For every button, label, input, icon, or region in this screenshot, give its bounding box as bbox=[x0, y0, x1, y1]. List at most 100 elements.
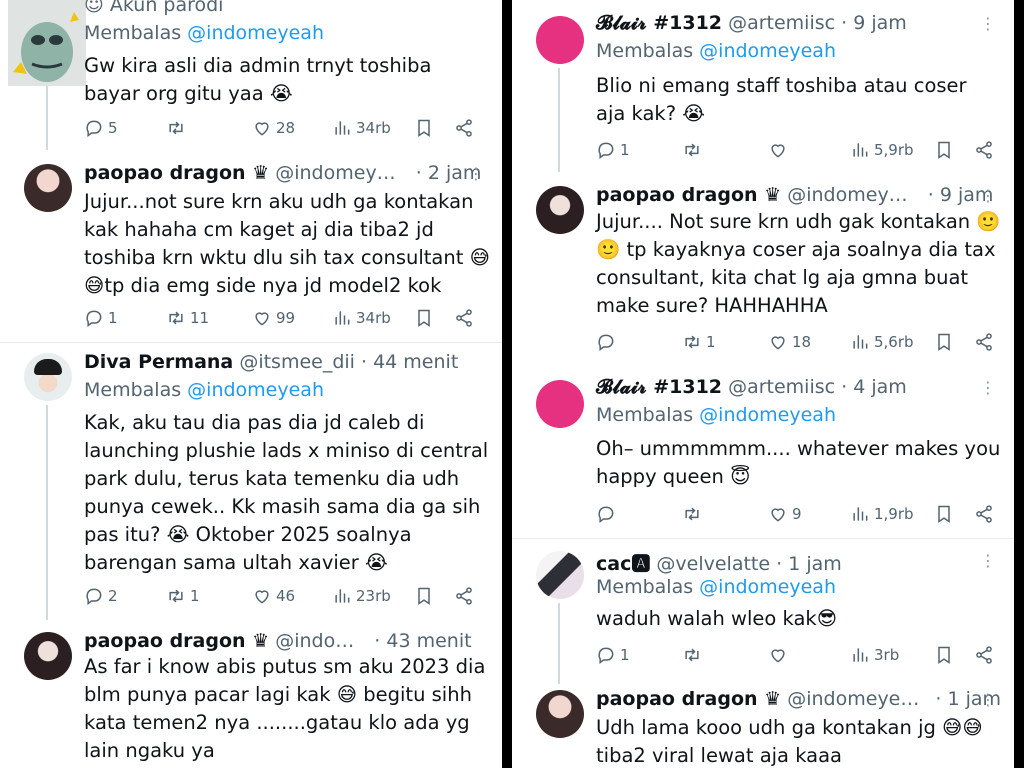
like-button[interactable]: 46 bbox=[252, 586, 295, 606]
timestamp[interactable]: · 4 jam bbox=[841, 376, 907, 398]
retweet-button[interactable] bbox=[682, 504, 706, 524]
avatar[interactable] bbox=[24, 164, 72, 212]
views-button[interactable]: 23rb bbox=[332, 586, 391, 606]
replying-to: Membalas @indomeyeah bbox=[596, 576, 836, 598]
display-name[interactable]: paopao dragon ♛ bbox=[84, 162, 269, 184]
tweet[interactable]: 𝓑𝓵𝓪𝓲𝓻 #1312 @artemiisc · 4 jam ⋮ Membala… bbox=[512, 364, 1014, 536]
mention-link[interactable]: @indomeyeah bbox=[699, 404, 836, 426]
display-name[interactable]: paopao dragon ♛ bbox=[596, 688, 781, 710]
views-button[interactable]: 3rb bbox=[850, 645, 899, 665]
reply-button[interactable] bbox=[596, 332, 620, 352]
handle[interactable]: @indomey… bbox=[787, 184, 907, 206]
display-name[interactable]: Diva Permana bbox=[84, 351, 233, 373]
display-name[interactable]: 𝓑𝓵𝓪𝓲𝓻 #1312 bbox=[596, 376, 722, 398]
more-options-icon[interactable]: ⋮ bbox=[468, 164, 484, 183]
like-button[interactable]: 99 bbox=[252, 308, 295, 328]
display-name[interactable]: 𝓑𝓵𝓪𝓲𝓻 #1312 bbox=[596, 12, 722, 34]
like-button[interactable] bbox=[768, 140, 792, 160]
like-button[interactable] bbox=[768, 645, 792, 665]
reply-button[interactable]: 2 bbox=[84, 586, 118, 606]
retweet-button[interactable] bbox=[166, 118, 190, 138]
share-button[interactable] bbox=[974, 140, 994, 160]
bookmark-button[interactable] bbox=[414, 308, 434, 328]
handle[interactable]: @artemiisc bbox=[728, 376, 835, 398]
avatar[interactable] bbox=[536, 690, 584, 738]
retweet-button[interactable] bbox=[682, 140, 706, 160]
tweet[interactable]: paopao dragon ♛ @indomey… · 2 jam ⋮ Juju… bbox=[0, 150, 502, 342]
retweet-button[interactable] bbox=[682, 645, 706, 665]
timestamp[interactable]: · 9 jam bbox=[841, 12, 907, 34]
bookmark-button[interactable] bbox=[934, 140, 954, 160]
share-button[interactable] bbox=[454, 308, 474, 328]
handle[interactable]: @itsmee_dii bbox=[239, 351, 355, 373]
share-icon bbox=[974, 140, 994, 160]
like-icon bbox=[768, 140, 788, 160]
bookmark-button[interactable] bbox=[414, 118, 434, 138]
mention-link[interactable]: @indomeyeah bbox=[699, 40, 836, 62]
more-options-icon[interactable]: ⋮ bbox=[980, 551, 996, 570]
more-options-icon[interactable]: ⋮ bbox=[980, 186, 996, 205]
reply-button[interactable] bbox=[596, 504, 620, 524]
views-button[interactable]: 34rb bbox=[332, 118, 391, 138]
share-button[interactable] bbox=[974, 504, 994, 524]
display-name[interactable]: paopao dragon ♛ bbox=[596, 184, 781, 206]
retweet-button[interactable]: 1 bbox=[166, 586, 200, 606]
reply-button[interactable]: 5 bbox=[84, 118, 118, 138]
views-button[interactable]: 5,6rb bbox=[850, 332, 914, 352]
avatar[interactable] bbox=[536, 186, 584, 234]
tweet-actions: 1 11 99 34rb bbox=[84, 308, 488, 332]
tweet-actions: 9 1,9rb bbox=[596, 504, 1000, 528]
tweet-top-partial[interactable]: ☺ Akun parodi Membalas @indomeyeah Gw ki… bbox=[0, 0, 502, 150]
reply-button[interactable]: 1 bbox=[84, 308, 118, 328]
avatar[interactable] bbox=[8, 0, 86, 86]
avatar[interactable] bbox=[536, 380, 584, 428]
display-name[interactable]: paopao dragon ♛ bbox=[84, 630, 269, 652]
views-button[interactable]: 5,9rb bbox=[850, 140, 914, 160]
tweet[interactable]: paopao dragon ♛ @indomeye… · 1 jam ⋮ Udh… bbox=[512, 684, 1014, 768]
avatar[interactable] bbox=[536, 16, 584, 64]
like-button[interactable]: 28 bbox=[252, 118, 295, 138]
bookmark-button[interactable] bbox=[934, 645, 954, 665]
like-button[interactable]: 9 bbox=[768, 504, 802, 524]
handle[interactable]: @velvelatte bbox=[656, 553, 770, 575]
bookmark-button[interactable] bbox=[414, 586, 434, 606]
bookmark-button[interactable] bbox=[934, 504, 954, 524]
like-icon bbox=[252, 118, 272, 138]
more-options-icon[interactable]: ⋮ bbox=[980, 14, 996, 33]
timestamp[interactable]: · 44 menit bbox=[361, 351, 458, 373]
retweet-button[interactable]: 1 bbox=[682, 332, 716, 352]
avatar[interactable] bbox=[24, 353, 72, 401]
share-button[interactable] bbox=[454, 118, 474, 138]
handle[interactable]: @indomey… bbox=[275, 162, 395, 184]
avatar[interactable] bbox=[24, 632, 72, 680]
handle[interactable]: @indomeye… bbox=[787, 688, 919, 710]
bookmark-button[interactable] bbox=[934, 332, 954, 352]
tweet[interactable]: 𝓑𝓵𝓪𝓲𝓻 #1312 @artemiisc · 9 jam ⋮ Membala… bbox=[512, 0, 1014, 172]
display-name[interactable]: cac🅰 bbox=[596, 553, 650, 575]
handle[interactable]: @indo… bbox=[275, 630, 354, 652]
timestamp[interactable]: · 43 menit bbox=[374, 630, 471, 652]
retweet-button[interactable]: 11 bbox=[166, 308, 209, 328]
reply-button[interactable]: 1 bbox=[596, 645, 630, 665]
views-button[interactable]: 1,9rb bbox=[850, 504, 914, 524]
reply-button[interactable]: 1 bbox=[596, 140, 630, 160]
share-button[interactable] bbox=[454, 586, 474, 606]
avatar[interactable] bbox=[536, 551, 584, 599]
share-button[interactable] bbox=[974, 645, 994, 665]
mention-link[interactable]: @indomeyeah bbox=[699, 576, 836, 598]
tweet[interactable]: paopao dragon ♛ @indo… · 43 menit As far… bbox=[0, 620, 502, 768]
mention-link[interactable]: @indomeyeah bbox=[187, 379, 324, 401]
timestamp[interactable]: · 1 jam bbox=[776, 553, 842, 575]
share-button[interactable] bbox=[974, 332, 994, 352]
handle[interactable]: @artemiisc bbox=[728, 12, 835, 34]
more-options-icon[interactable]: ⋮ bbox=[980, 690, 996, 709]
more-options-icon[interactable]: ⋮ bbox=[980, 378, 996, 397]
views-button[interactable]: 34rb bbox=[332, 308, 391, 328]
retweet-icon bbox=[682, 645, 702, 665]
tweet[interactable]: paopao dragon ♛ @indomey… · 9 jam ⋮ Juju… bbox=[512, 172, 1014, 364]
share-icon bbox=[974, 332, 994, 352]
tweet[interactable]: cac🅰 @velvelatte · 1 jam ⋮ Membalas @ind… bbox=[512, 539, 1014, 684]
like-button[interactable]: 18 bbox=[768, 332, 811, 352]
mention-link[interactable]: @indomeyeah bbox=[187, 22, 324, 44]
tweet[interactable]: Diva Permana @itsmee_dii · 44 menit Memb… bbox=[0, 343, 502, 620]
